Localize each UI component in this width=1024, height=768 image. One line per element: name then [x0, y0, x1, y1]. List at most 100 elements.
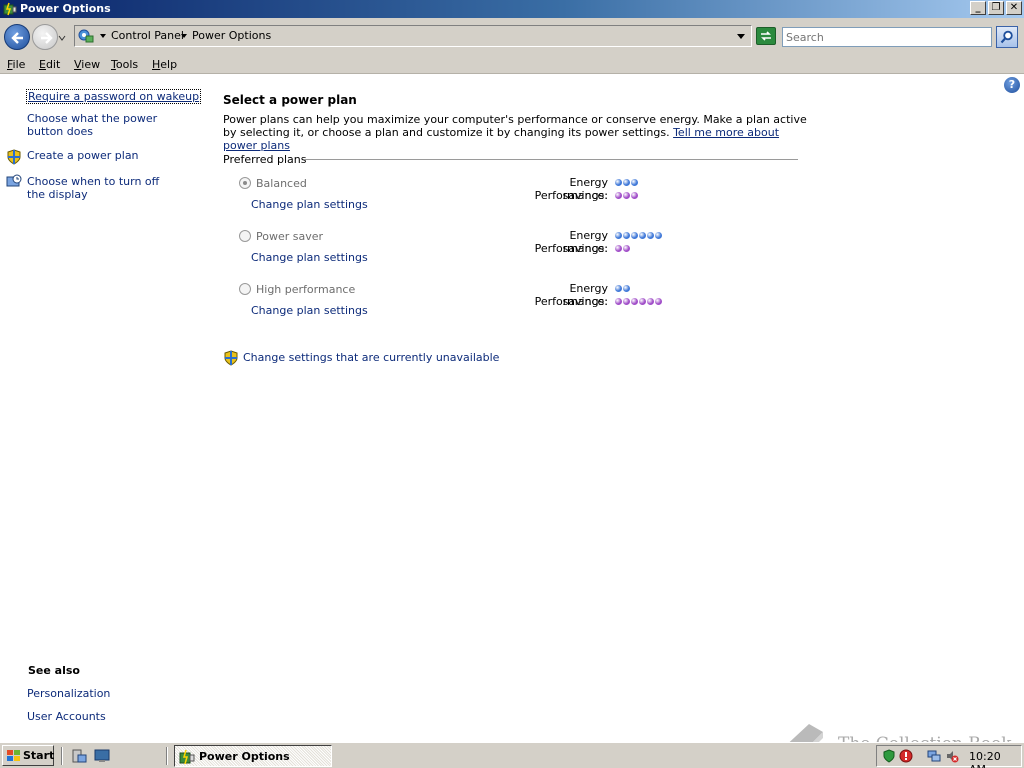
minimize-button[interactable]: _ — [970, 1, 986, 15]
breadcrumb-power-options[interactable]: Power Options — [192, 29, 271, 42]
menu-label: ile — [12, 58, 26, 71]
menu-label: elp — [160, 58, 178, 71]
power-button-link[interactable]: Choose what the power button does — [27, 112, 187, 138]
rating-dot — [623, 285, 630, 292]
close-button[interactable]: ✕ — [1006, 1, 1022, 15]
search-icon — [1000, 30, 1013, 44]
display-timer-icon — [6, 174, 22, 187]
rating-dot — [631, 232, 638, 239]
change-plan-settings-balanced[interactable]: Change plan settings — [251, 198, 368, 211]
menu-label: iew — [81, 58, 101, 71]
change-unavailable-settings-link[interactable]: Change settings that are currently unava… — [243, 351, 499, 364]
group-divider — [304, 159, 798, 160]
help-icon[interactable]: ? — [1004, 77, 1020, 93]
rating-dot — [615, 232, 622, 239]
radio-high-performance[interactable] — [239, 283, 251, 295]
see-also-heading: See also — [28, 664, 80, 677]
taskbar: Start Power Options 10:20 — [0, 742, 1024, 768]
title-bar[interactable]: Power Options _ ❐ ✕ — [0, 0, 1024, 18]
taskbar-separator — [166, 747, 168, 765]
control-panel-icon — [78, 29, 94, 43]
create-plan-link[interactable]: Create a power plan — [27, 149, 139, 162]
menu-help[interactable]: Help — [152, 58, 177, 71]
search-input[interactable] — [782, 27, 992, 47]
menu-edit[interactable]: Edit — [39, 58, 60, 71]
change-plan-settings-power-saver[interactable]: Change plan settings — [251, 251, 368, 264]
forward-arrow-icon — [41, 32, 53, 44]
menu-label: dit — [45, 58, 61, 71]
back-arrow-icon — [11, 32, 23, 44]
taskbar-item-power-options[interactable]: Power Options — [174, 745, 332, 767]
rating-dot — [631, 192, 638, 199]
shield-icon — [7, 149, 21, 165]
taskbar-item-label: Power Options — [199, 750, 290, 763]
rating-dot — [647, 298, 654, 305]
performance-label: Performance: — [534, 189, 608, 202]
system-tray: 10:20 AM — [876, 745, 1022, 768]
radio-power-saver[interactable] — [239, 230, 251, 242]
plan-name-power-saver: Power saver — [256, 230, 324, 243]
rating-dot — [615, 285, 622, 292]
security-shield-icon[interactable] — [882, 749, 896, 763]
personalization-link[interactable]: Personalization — [27, 687, 110, 700]
power-options-icon — [3, 2, 17, 16]
server-manager-icon[interactable] — [71, 748, 87, 764]
shield-icon — [224, 350, 238, 366]
volume-muted-icon[interactable] — [945, 749, 959, 763]
rating-dot — [639, 232, 646, 239]
menu-tools[interactable]: Tools — [111, 58, 138, 71]
refresh-icon — [761, 31, 771, 41]
clock: 10:20 AM — [969, 750, 1001, 768]
quicklaunch-separator — [61, 747, 63, 765]
rating-dot — [647, 232, 654, 239]
power-options-icon — [179, 749, 195, 765]
page-description: Power plans can help you maximize your c… — [223, 113, 813, 152]
plan-name-balanced: Balanced — [256, 177, 307, 190]
rating-dot — [623, 245, 630, 252]
display-off-link[interactable]: Choose when to turn off the display — [27, 175, 177, 201]
menu-file[interactable]: File — [7, 58, 25, 71]
rating-dot — [623, 232, 630, 239]
rating-dot — [615, 179, 622, 186]
refresh-button[interactable] — [756, 27, 776, 45]
breadcrumb-separator-icon[interactable] — [100, 34, 106, 38]
network-icon[interactable] — [927, 749, 941, 763]
rating-dot — [623, 298, 630, 305]
forward-button[interactable] — [32, 24, 58, 50]
rating-dot — [615, 298, 622, 305]
change-plan-settings-high-performance[interactable]: Change plan settings — [251, 304, 368, 317]
rating-dot — [631, 179, 638, 186]
history-dropdown-icon[interactable] — [58, 34, 66, 42]
start-button[interactable]: Start — [2, 745, 54, 766]
content-area: ? Require a password on wakeup Choose wh… — [0, 75, 1024, 766]
plan-name-high-performance: High performance — [256, 283, 356, 296]
breadcrumb-separator-icon[interactable] — [181, 34, 187, 38]
rating-dot — [615, 245, 622, 252]
back-button[interactable] — [4, 24, 30, 50]
rating-dot — [655, 298, 662, 305]
rating-dot — [655, 232, 662, 239]
window-title: Power Options — [20, 2, 111, 15]
menu-label: ools — [115, 58, 139, 71]
performance-label: Performance: — [534, 242, 608, 255]
breadcrumb-control-panel[interactable]: Control Panel — [111, 29, 184, 42]
search-button[interactable] — [996, 26, 1018, 48]
require-password-link[interactable]: Require a password on wakeup — [26, 89, 202, 104]
preferred-plans-label: Preferred plans — [223, 153, 307, 166]
address-toolbar: Control Panel Power Options — [0, 18, 1024, 56]
alert-icon[interactable] — [899, 749, 913, 763]
user-accounts-link[interactable]: User Accounts — [27, 710, 106, 723]
radio-balanced[interactable] — [239, 177, 251, 189]
rating-dot — [615, 192, 622, 199]
windows-logo-icon — [7, 750, 20, 761]
rating-dot — [631, 298, 638, 305]
start-label: Start — [23, 749, 55, 762]
address-bar[interactable]: Control Panel Power Options — [74, 25, 752, 47]
menu-view[interactable]: View — [74, 58, 100, 71]
show-desktop-icon[interactable] — [94, 748, 110, 764]
address-dropdown-icon[interactable] — [737, 34, 745, 39]
rating-dot — [623, 179, 630, 186]
menu-bar: File Edit View Tools Help — [0, 56, 1024, 74]
performance-label: Performance: — [534, 295, 608, 308]
maximize-button[interactable]: ❐ — [988, 1, 1004, 15]
